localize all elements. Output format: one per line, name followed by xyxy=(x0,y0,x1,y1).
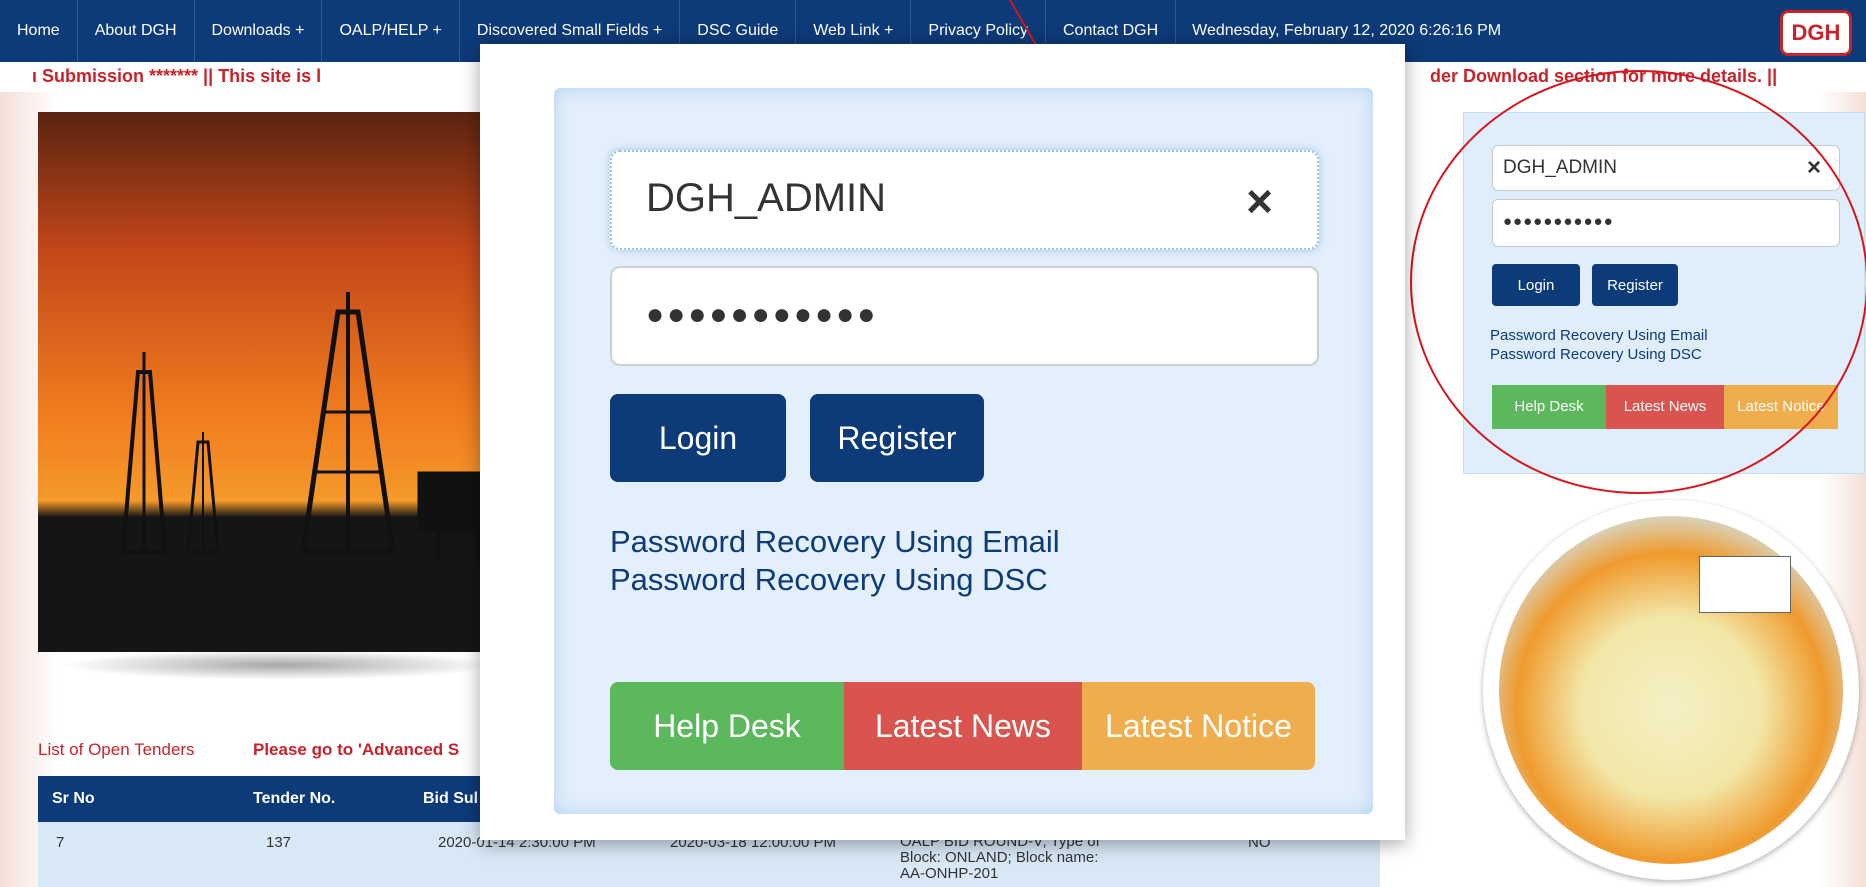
nav-datetime: Wednesday, February 12, 2020 6:26:16 PM xyxy=(1192,22,1502,39)
password-input[interactable]: ●●●●●●●●●●● xyxy=(610,266,1319,366)
header-tender-no: Tender No. xyxy=(253,790,336,807)
header-bid-submission: Bid Sul xyxy=(423,790,479,807)
tab-latest-notice[interactable]: Latest Notice xyxy=(1082,682,1315,770)
cell-sr-no: 7 xyxy=(56,834,65,851)
tenders-note: Please go to 'Advanced S xyxy=(253,740,460,759)
nav-about[interactable]: About DGH xyxy=(78,0,195,62)
header-sr-no: Sr No xyxy=(52,790,95,807)
india-map-image xyxy=(1499,516,1843,864)
register-button[interactable]: Register xyxy=(810,394,984,482)
login-button[interactable]: Login xyxy=(610,394,786,482)
nav-oalp-help[interactable]: OALP/HELP + xyxy=(322,0,460,62)
oil-rig-silhouette-icon xyxy=(120,292,499,562)
ticker-left-text: ι Submission ******* || This site is l xyxy=(32,66,322,86)
username-input[interactable]: DGH_ADMIN × xyxy=(610,150,1319,250)
tab-help-desk[interactable]: Help Desk xyxy=(610,682,844,770)
india-map-circle[interactable] xyxy=(1483,500,1859,880)
username-value: DGH_ADMIN xyxy=(646,176,887,220)
red-highlight-circle xyxy=(1410,70,1866,494)
zoomed-login-panel: DGH_ADMIN × ●●●●●●●●●●● Login Register P… xyxy=(554,88,1373,814)
dgh-logo: DGH xyxy=(1780,10,1852,56)
recovery-email-link[interactable]: Password Recovery Using Email xyxy=(610,524,1060,560)
recovery-dsc-link[interactable]: Password Recovery Using DSC xyxy=(610,562,1048,598)
open-tenders-title: List of Open Tenders xyxy=(38,740,195,759)
password-value: ●●●●●●●●●●● xyxy=(646,298,879,331)
nav-home[interactable]: Home xyxy=(0,0,78,62)
clear-username-icon[interactable]: × xyxy=(1246,174,1273,228)
nav-downloads[interactable]: Downloads + xyxy=(195,0,323,62)
cell-tender-no[interactable]: 137 xyxy=(266,834,291,851)
cell-description: OALP BID ROUND-V; Type of Block: ONLAND;… xyxy=(900,833,1100,882)
tab-latest-news[interactable]: Latest News xyxy=(844,682,1082,770)
login-tabs: Help Desk Latest News Latest Notice xyxy=(610,682,1315,770)
map-legend-box xyxy=(1699,556,1791,613)
image-shadow xyxy=(60,650,500,680)
zoomed-login-callout: DGH_ADMIN × ●●●●●●●●●●● Login Register P… xyxy=(480,44,1405,840)
oil-rig-sunset-image xyxy=(38,112,499,652)
